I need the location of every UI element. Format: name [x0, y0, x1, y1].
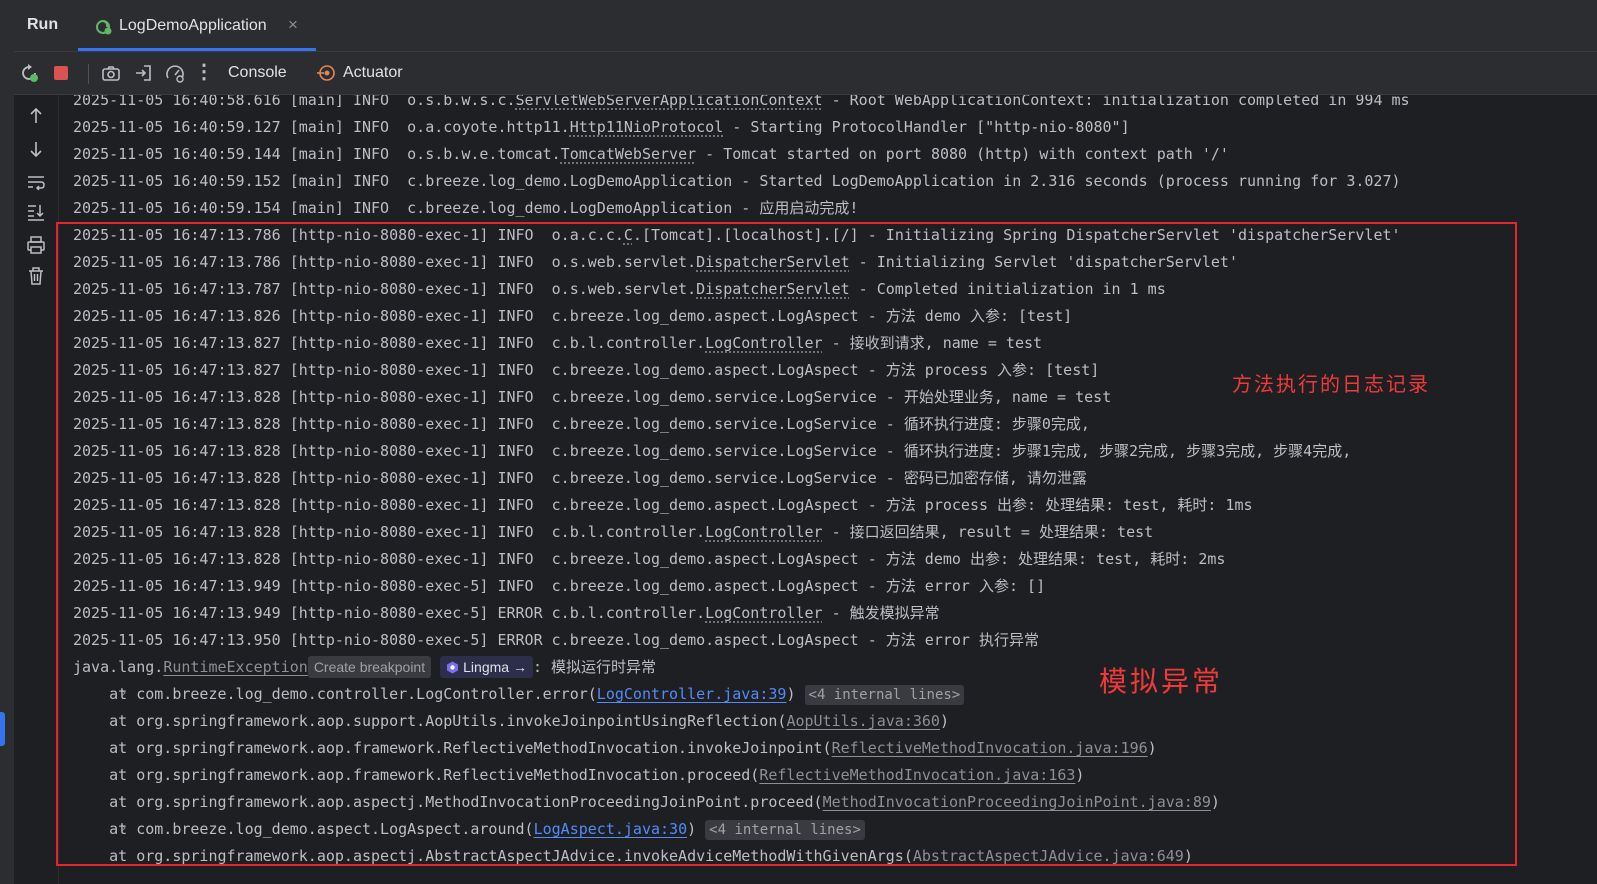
highlight-box: [56, 222, 1517, 866]
tab-logdemoapplication[interactable]: LogDemoApplication ×: [78, 0, 316, 51]
console-side-toolbar: [14, 95, 59, 884]
trash-icon[interactable]: [25, 265, 47, 287]
run-tab-bar: Run LogDemoApplication ×: [14, 0, 1597, 52]
gauge-icon[interactable]: [164, 62, 186, 84]
spring-run-icon: [95, 18, 113, 36]
actuator-icon: [316, 63, 336, 83]
close-icon[interactable]: ×: [288, 15, 298, 35]
active-tab-underline: [78, 48, 316, 51]
tab-label: LogDemoApplication: [119, 17, 267, 34]
rerun-icon[interactable]: [18, 62, 40, 84]
arrow-down-icon[interactable]: [25, 138, 47, 160]
left-tool-strip: [0, 0, 15, 884]
exit-icon[interactable]: [132, 62, 154, 84]
toolbar-separator: [88, 64, 89, 84]
active-tool-marker[interactable]: [0, 712, 5, 746]
arrow-up-icon[interactable]: [25, 105, 47, 127]
log-line: 2025-11-05 16:40:59.144 [main] INFO o.s.…: [73, 145, 1229, 163]
soft-wrap-icon[interactable]: [25, 171, 47, 193]
log-line: 2025-11-05 16:40:59.154 [main] INFO c.br…: [73, 199, 859, 217]
log-line: 2025-11-05 16:40:59.127 [main] INFO o.a.…: [73, 118, 1130, 136]
more-icon[interactable]: ⋮: [194, 59, 214, 84]
print-icon[interactable]: [25, 234, 47, 256]
tab-actuator-label: Actuator: [343, 64, 403, 81]
stop-icon[interactable]: [50, 62, 72, 84]
run-title: Run: [27, 16, 59, 33]
annotation-method-log: 方法执行的日志记录: [1232, 372, 1430, 396]
log-line: 2025-11-05 16:40:58.616 [main] INFO o.s.…: [73, 95, 1410, 114]
camera-icon[interactable]: [100, 62, 122, 84]
class-link[interactable]: TomcatWebServer: [561, 145, 696, 163]
scroll-to-end-icon[interactable]: [25, 201, 47, 223]
tab-actuator[interactable]: Actuator: [316, 52, 426, 94]
class-link[interactable]: ServletWebServerApplicationContext: [516, 95, 823, 109]
console-toolbar: ⋮ Console Actuator: [14, 52, 1597, 95]
log-line: 2025-11-05 16:40:59.152 [main] INFO c.br…: [73, 172, 1401, 190]
class-link[interactable]: Http11NioProtocol: [570, 118, 724, 136]
tab-console[interactable]: Console: [213, 52, 303, 94]
tab-console-label: Console: [228, 64, 287, 81]
annotation-exception: 模拟异常: [1099, 665, 1224, 698]
